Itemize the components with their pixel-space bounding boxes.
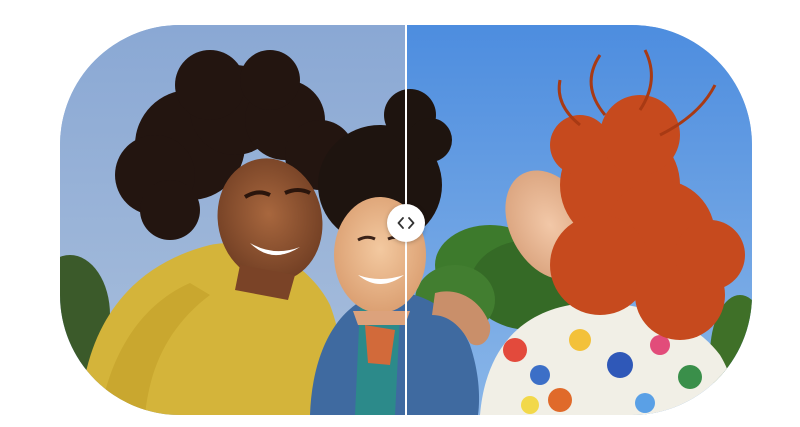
comparison-slider-handle[interactable] — [387, 204, 425, 242]
chevron-left-right-icon — [397, 217, 415, 229]
comparison-image-frame — [60, 25, 752, 415]
before-after-comparison — [0, 0, 800, 427]
